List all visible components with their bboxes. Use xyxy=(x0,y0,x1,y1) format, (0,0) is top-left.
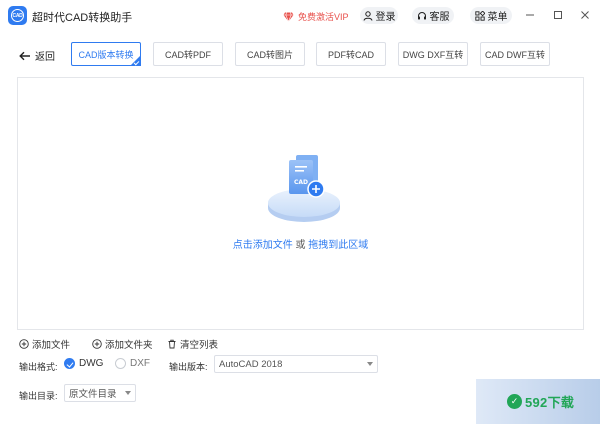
tab-label: PDF转CAD xyxy=(327,49,374,60)
user-icon xyxy=(363,10,372,21)
chevron-down-icon xyxy=(367,362,373,366)
output-format-label: 输出格式: xyxy=(19,362,58,372)
clear-list-label: 清空列表 xyxy=(180,340,219,351)
output-dir-select[interactable]: 原文件目录 xyxy=(64,384,136,402)
menu-label: 菜单 xyxy=(487,12,508,23)
watermark-logo: ✓ 592下载 xyxy=(507,392,574,411)
output-dir-value: 原文件目录 xyxy=(69,389,117,400)
plus-circle-icon xyxy=(92,339,102,349)
arrow-left-icon xyxy=(19,51,30,60)
trash-icon xyxy=(168,339,176,349)
chevron-down-icon xyxy=(125,391,131,395)
title-bar: CAD 超时代CAD转换助手 免费激活VIP 登录 客服 菜单 xyxy=(0,0,600,32)
login-button[interactable]: 登录 xyxy=(360,7,398,24)
minimize-icon xyxy=(526,14,534,16)
tab-label: DWG DXF互转 xyxy=(402,49,464,60)
cad-badge-text: CAD xyxy=(294,179,308,186)
app-title: 超时代CAD转换助手 xyxy=(32,12,133,24)
radio-unchecked-icon xyxy=(115,358,126,369)
cad-file-upload-icon: CAD xyxy=(268,155,340,222)
maximize-icon xyxy=(554,11,562,19)
close-icon xyxy=(581,11,589,19)
back-label: 返回 xyxy=(35,52,55,63)
app-logo-icon: CAD xyxy=(8,6,27,25)
minimize-button[interactable] xyxy=(523,8,537,22)
watermark-check-icon: ✓ xyxy=(507,394,522,409)
add-file-button[interactable]: 添加文件 xyxy=(19,337,70,351)
maximize-button[interactable] xyxy=(551,8,565,22)
diamond-icon xyxy=(283,11,294,22)
radio-checked-icon xyxy=(64,358,75,369)
format-dxf-label: DXF xyxy=(130,358,150,369)
format-dwg-label: DWG xyxy=(79,358,104,369)
vip-label: 免费激活VIP xyxy=(298,12,349,22)
grid-menu-icon xyxy=(474,10,485,21)
tab-cad-version-convert[interactable]: CAD版本转换 xyxy=(71,42,141,66)
tab-label: CAD转PDF xyxy=(164,49,211,60)
customer-service-button[interactable]: 客服 xyxy=(412,7,454,24)
activate-vip-button[interactable]: 免费激活VIP xyxy=(283,10,349,23)
output-dir-label: 输出目录: xyxy=(19,391,58,401)
drag-here-text: 拖拽到此区域 xyxy=(308,240,369,251)
headset-icon xyxy=(417,11,426,19)
close-button[interactable] xyxy=(578,8,592,22)
menu-button[interactable]: 菜单 xyxy=(470,7,512,24)
service-label: 客服 xyxy=(429,12,450,23)
tab-dwg-dxf-convert[interactable]: DWG DXF互转 xyxy=(398,42,468,66)
tab-cad-to-image[interactable]: CAD转图片 xyxy=(235,42,305,66)
add-file-label: 添加文件 xyxy=(32,340,71,351)
drop-hint: 点击添加文件 或 拖拽到此区域 xyxy=(18,236,583,251)
file-drop-area[interactable]: CAD 点击添加文件 或 拖拽到此区域 xyxy=(17,77,584,330)
watermark-text: 592下载 xyxy=(525,395,575,410)
tab-label: CAD DWF互转 xyxy=(485,49,545,60)
clear-list-button[interactable]: 清空列表 xyxy=(167,337,218,351)
output-version-select[interactable]: AutoCAD 2018 xyxy=(214,355,378,373)
add-folder-button[interactable]: 添加文件夹 xyxy=(92,337,153,351)
tab-label: CAD转图片 xyxy=(246,49,293,60)
app-logo-text: CAD xyxy=(11,9,24,22)
format-dxf-radio[interactable]: DXF xyxy=(115,358,150,369)
format-dwg-radio[interactable]: DWG xyxy=(64,358,103,369)
tab-label: CAD版本转换 xyxy=(78,49,134,60)
plus-circle-icon xyxy=(19,339,29,349)
output-version-value: AutoCAD 2018 xyxy=(219,358,283,370)
or-text: 或 xyxy=(292,240,309,251)
back-button[interactable]: 返回 xyxy=(19,48,55,63)
tab-cad-dwf-convert[interactable]: CAD DWF互转 xyxy=(480,42,550,66)
tab-pdf-to-cad[interactable]: PDF转CAD xyxy=(316,42,386,66)
login-label: 登录 xyxy=(375,12,396,23)
tab-cad-to-pdf[interactable]: CAD转PDF xyxy=(153,42,223,66)
output-version-label: 输出版本: xyxy=(169,362,208,372)
add-folder-label: 添加文件夹 xyxy=(105,340,153,351)
click-add-file-link[interactable]: 点击添加文件 xyxy=(233,240,293,251)
